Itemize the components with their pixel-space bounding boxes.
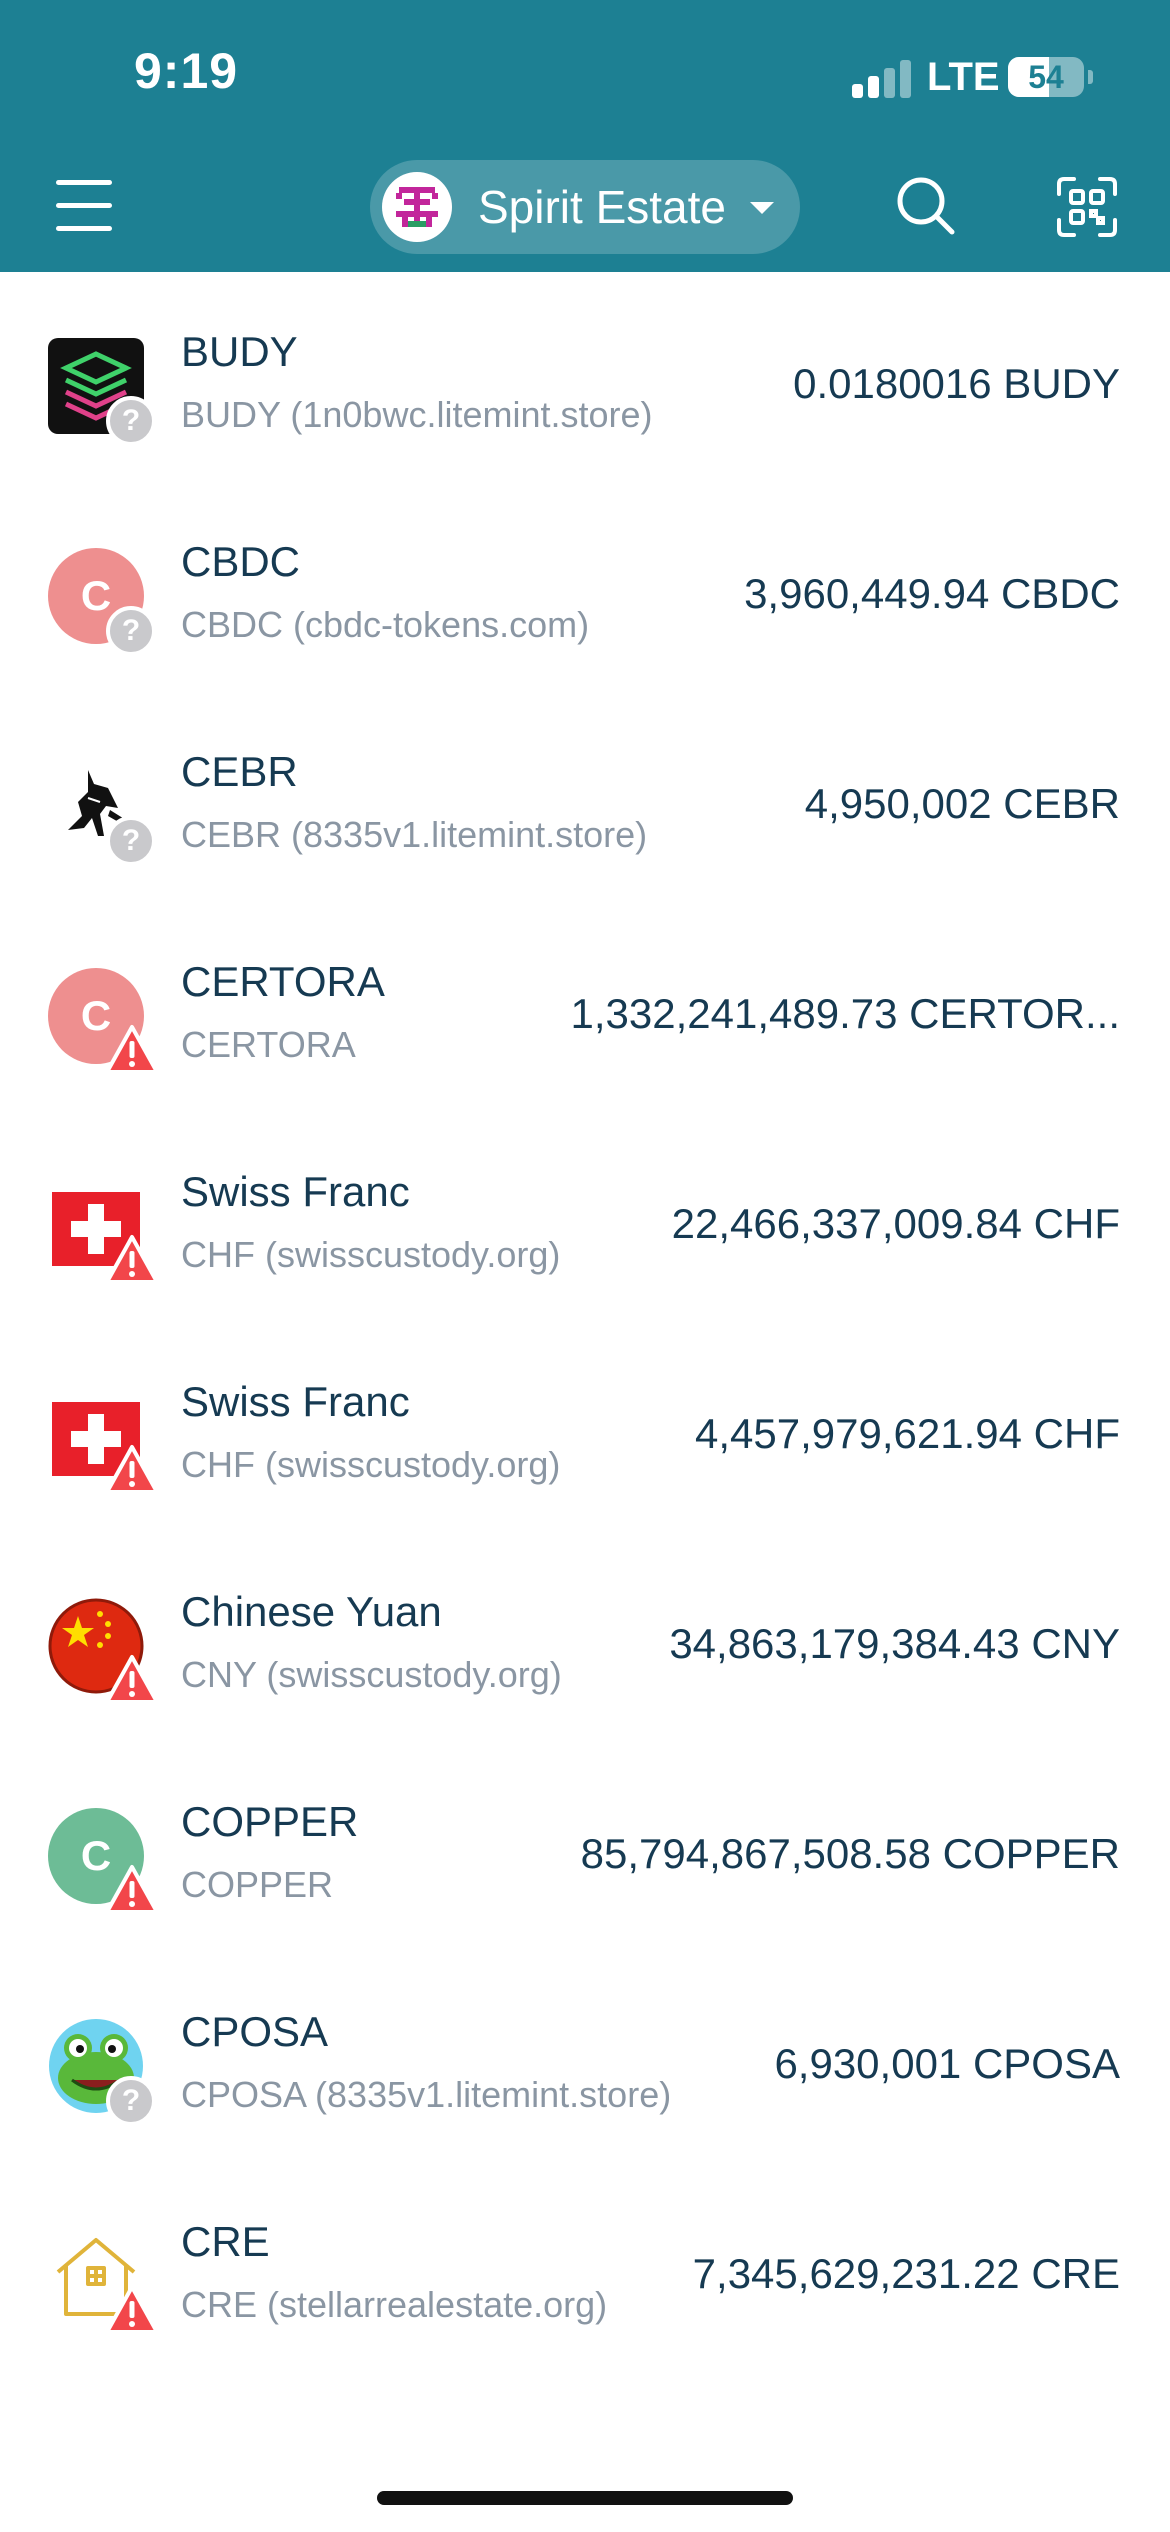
- asset-row[interactable]: C COPPER COPPER 85,794,867,508.58 COPPER: [0, 1742, 1170, 1952]
- asset-balance: 1,332,241,489.73 CERTOR...: [570, 990, 1120, 1037]
- warning-triangle-icon: [104, 1444, 160, 1496]
- letter-avatar-icon: C?: [48, 548, 156, 656]
- wallet-app: 9:19 LTE 54 Spirit Estate ? BUDY BUDY (1…: [0, 0, 1170, 2532]
- asset-row[interactable]: ? BUDY BUDY (1n0bwc.litemint.store) 0.01800…: [0, 272, 1170, 482]
- header-bar: 9:19 LTE 54 Spirit Estate: [0, 0, 1170, 272]
- frog-logo-icon: ?: [48, 2018, 156, 2126]
- search-icon[interactable]: [894, 174, 958, 238]
- asset-name: CPOSA: [181, 2008, 329, 2055]
- letter-avatar-icon: C: [48, 968, 159, 1074]
- asset-name: BUDY: [181, 328, 298, 375]
- unverified-question-icon: ?: [106, 606, 156, 656]
- asset-issuer: CBDC (cbdc-tokens.com): [181, 604, 590, 645]
- asset-row[interactable]: C? CBDC CBDC (cbdc-tokens.com) 3,960,449.94…: [0, 482, 1170, 692]
- asset-issuer: CERTORA: [181, 1024, 356, 1065]
- unverified-question-icon: ?: [106, 816, 156, 866]
- asset-balance: 7,345,629,231.22 CRE: [692, 2250, 1120, 2297]
- warning-triangle-icon: [104, 2284, 160, 2336]
- asset-name: COPPER: [181, 1798, 359, 1845]
- asset-row[interactable]: Chinese Yuan CNY (swisscustody.org) 34,863…: [0, 1532, 1170, 1742]
- asset-issuer: CPOSA (8335v1.litemint.store): [181, 2074, 672, 2115]
- signal-strength-icon: [852, 58, 912, 98]
- battery-icon: 54: [1008, 57, 1084, 97]
- asset-list: ? BUDY BUDY (1n0bwc.litemint.store) 0.01800…: [0, 272, 1170, 2372]
- asset-balance: 22,466,337,009.84 CHF: [671, 1200, 1120, 1247]
- asset-row[interactable]: Swiss Franc CHF (swisscustody.org) 22,466,…: [0, 1112, 1170, 1322]
- asset-name: Swiss Franc: [181, 1168, 410, 1215]
- asset-name: Swiss Franc: [181, 1378, 410, 1425]
- asset-name: CBDC: [181, 538, 301, 585]
- asset-row[interactable]: ? CEBR CEBR (8335v1.litemint.store) 4,950,0…: [0, 692, 1170, 902]
- account-switcher-button[interactable]: Spirit Estate: [370, 160, 800, 254]
- asset-name: CRE: [181, 2218, 270, 2265]
- budy-logo-icon: ?: [48, 338, 156, 446]
- network-type: LTE: [927, 55, 1000, 99]
- account-avatar: [382, 172, 452, 242]
- asset-row[interactable]: CRE CRE (stellarrealestate.org) 7,345,629,…: [0, 2162, 1170, 2372]
- asset-issuer: CNY (swisscustody.org): [181, 1654, 562, 1695]
- warning-triangle-icon: [104, 1024, 160, 1076]
- asset-balance: 34,863,179,384.43 CNY: [669, 1620, 1120, 1667]
- asset-issuer: CHF (swisscustody.org): [181, 1234, 561, 1275]
- battery-tip: [1088, 70, 1093, 84]
- china-flag-icon: [48, 1598, 159, 1704]
- asset-balance: 6,930,001 CPOSA: [774, 2040, 1120, 2087]
- letter-avatar-icon: C: [48, 1808, 159, 1914]
- asset-row[interactable]: ? CPOSA CPOSA (8335v1.litemint.store) 6,930…: [0, 1952, 1170, 2162]
- asset-row[interactable]: Swiss Franc CHF (swisscustody.org) 4,457,9…: [0, 1322, 1170, 1532]
- asset-row[interactable]: C CERTORA CERTORA 1,332,241,489.73 CERTOR..…: [0, 902, 1170, 1112]
- battery-level: 54: [1028, 59, 1064, 95]
- hamburger-menu-icon[interactable]: [56, 180, 112, 232]
- unverified-question-icon: ?: [106, 2076, 156, 2126]
- asset-balance: 0.0180016 BUDY: [793, 360, 1120, 407]
- status-time: 9:19: [134, 43, 239, 99]
- asset-name: CERTORA: [181, 958, 385, 1005]
- asset-issuer: BUDY (1n0bwc.litemint.store): [181, 394, 653, 435]
- chevron-down-icon: [750, 202, 774, 214]
- warning-triangle-icon: [104, 1654, 160, 1706]
- horse-logo-icon: ?: [48, 758, 156, 866]
- asset-issuer: CRE (stellarrealestate.org): [181, 2284, 608, 2325]
- asset-issuer: CEBR (8335v1.litemint.store): [181, 814, 648, 855]
- asset-balance: 4,457,979,621.94 CHF: [695, 1410, 1120, 1457]
- qr-scan-icon[interactable]: [1056, 176, 1118, 238]
- swiss-flag-icon: [48, 1178, 159, 1284]
- asset-name: CEBR: [181, 748, 298, 795]
- asset-issuer: CHF (swisscustody.org): [181, 1444, 561, 1485]
- unverified-question-icon: ?: [106, 396, 156, 446]
- asset-name: Chinese Yuan: [181, 1588, 442, 1635]
- warning-triangle-icon: [104, 1864, 160, 1916]
- asset-balance: 4,950,002 CEBR: [804, 780, 1120, 827]
- asset-balance: 3,960,449.94 CBDC: [744, 570, 1120, 617]
- asset-issuer: COPPER: [181, 1864, 334, 1905]
- swiss-flag-icon: [48, 1388, 159, 1494]
- house-logo-icon: [48, 2228, 159, 2334]
- warning-triangle-icon: [104, 1234, 160, 1286]
- account-name: Spirit Estate: [478, 181, 726, 233]
- home-indicator[interactable]: [377, 2491, 793, 2505]
- asset-balance: 85,794,867,508.58 COPPER: [580, 1830, 1120, 1877]
